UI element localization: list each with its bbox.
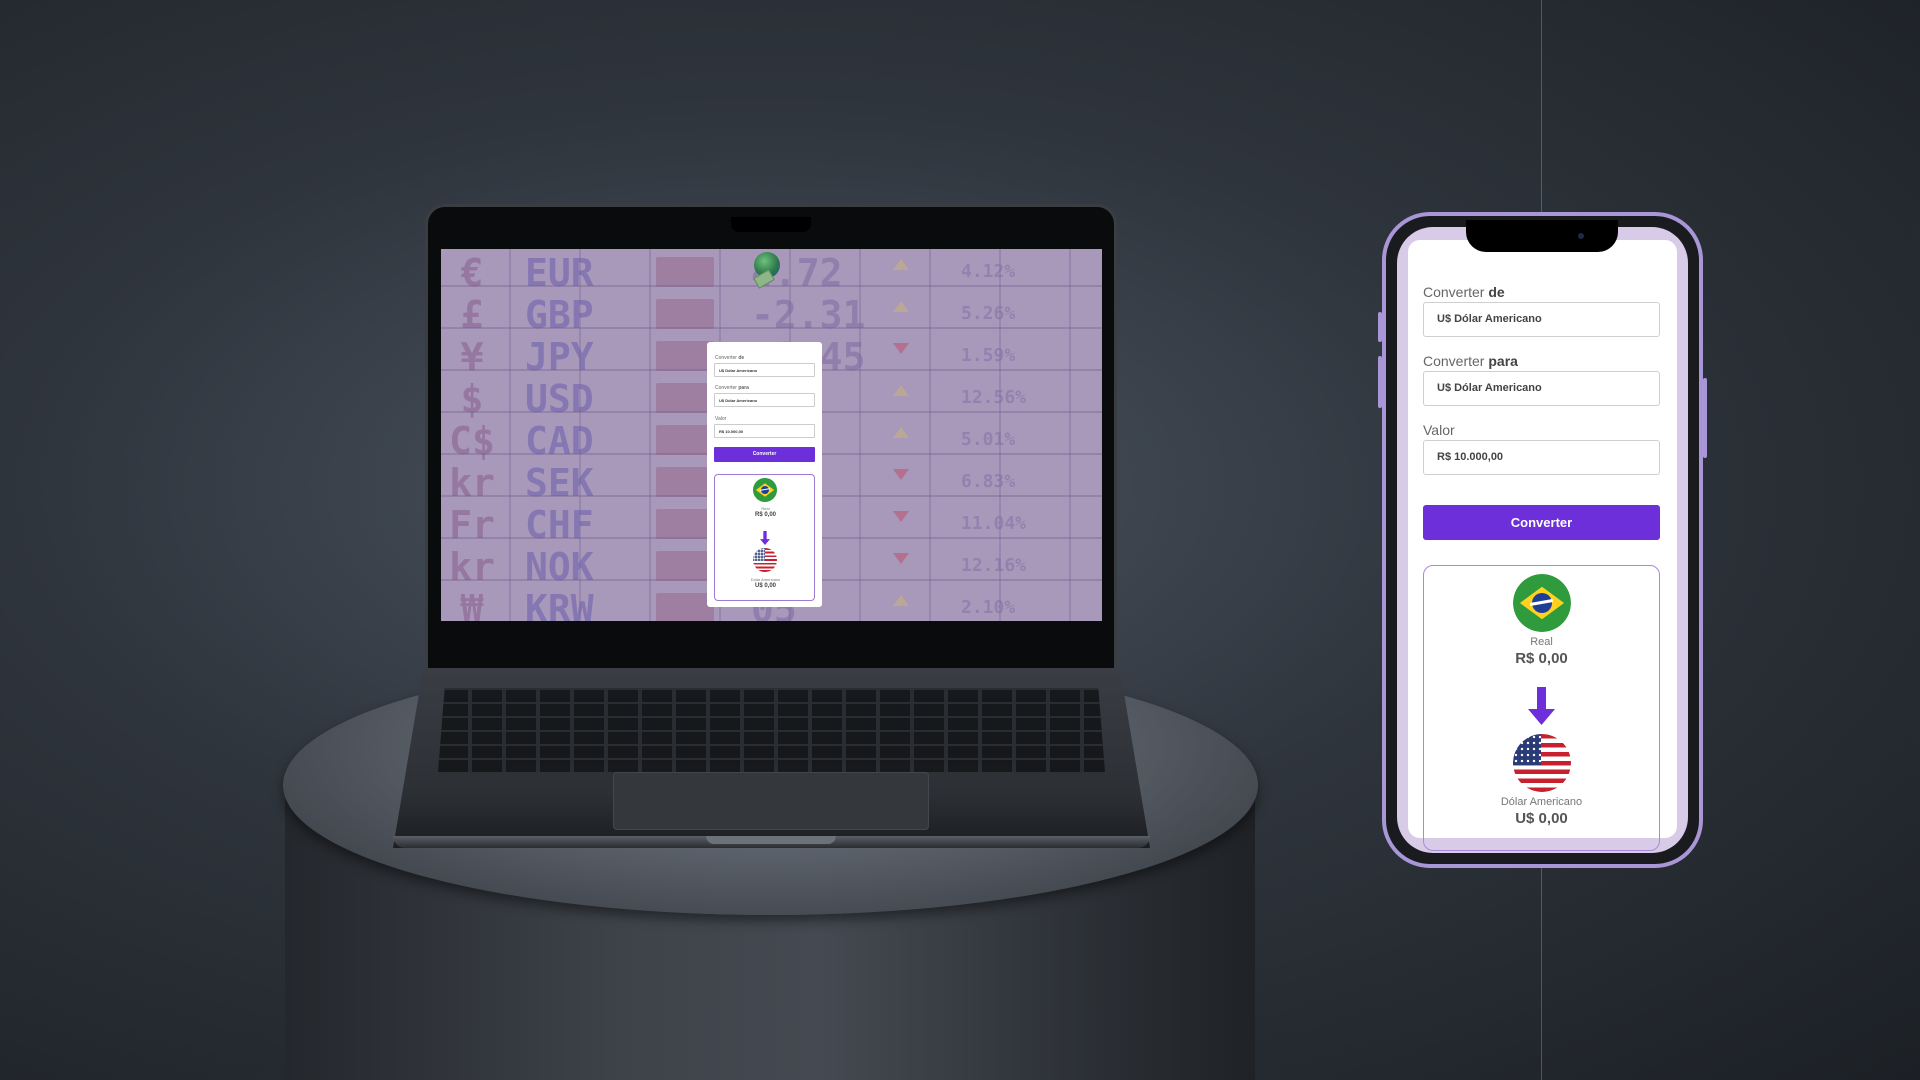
phone-power-button	[1703, 378, 1707, 458]
arrow-down-icon	[760, 530, 770, 546]
brazil-flag-icon	[1513, 574, 1571, 632]
result-box: Real R$ 0,00 Dólar Americano U$ 0,00	[1423, 565, 1660, 851]
laptop-keyboard-rows	[438, 688, 1105, 772]
from-amount: R$ 0,00	[754, 512, 776, 518]
phone-screen: Converter de U$ Dólar Americano Converte…	[1397, 227, 1688, 853]
laptop-converter-card: Converter de U$ Dólar Americano Converte…	[707, 342, 822, 607]
from-select[interactable]: U$ Dólar Americano	[1423, 302, 1660, 337]
amount-input[interactable]: R$ 10.000,00	[1423, 440, 1660, 475]
amount-input[interactable]: R$ 10.000,00	[714, 424, 815, 438]
usa-flag-icon	[1513, 734, 1571, 792]
laptop-camera-notch	[731, 217, 811, 232]
from-currency-name: Real	[1530, 636, 1553, 648]
arrow-down-icon	[1528, 687, 1555, 725]
to-select[interactable]: U$ Dólar Americano	[1423, 371, 1660, 406]
brazil-flag-icon	[753, 478, 777, 502]
to-select[interactable]: U$ Dólar Americano	[714, 393, 815, 407]
laptop-lid-notch	[706, 836, 836, 844]
to-label: Converter para	[715, 385, 749, 391]
phone-camera-icon	[1578, 233, 1584, 239]
to-amount: U$ 0,00	[1515, 810, 1568, 827]
laptop-trackpad	[613, 772, 929, 830]
result-box: Real R$ 0,00 Dólar Americano U$ 0,00	[714, 474, 815, 601]
from-amount: R$ 0,00	[1515, 650, 1568, 667]
to-amount: U$ 0,00	[754, 583, 776, 589]
convert-button[interactable]: Converter	[1423, 505, 1660, 540]
amount-label: Valor	[715, 416, 727, 422]
laptop-screen: €EUR4.724.12%£GBP-2.315.26%¥JPY-0.451.59…	[441, 249, 1102, 621]
to-currency-name: Dólar Americano	[750, 577, 781, 582]
phone-converter-card: Converter de U$ Dólar Americano Converte…	[1408, 240, 1677, 851]
amount-label: Valor	[1423, 422, 1455, 438]
to-label: Converter para	[1423, 353, 1518, 369]
laptop-bezel-bottom	[441, 621, 1102, 649]
to-currency-name: Dólar Americano	[1500, 796, 1583, 808]
phone-notch	[1466, 220, 1618, 252]
from-currency-name: Real	[761, 506, 770, 511]
convert-button[interactable]: Converter	[714, 447, 815, 462]
usa-flag-icon	[753, 548, 777, 572]
from-select[interactable]: U$ Dólar Americano	[714, 363, 815, 377]
from-label: Converter de	[1423, 284, 1505, 300]
from-label: Converter de	[715, 355, 745, 361]
